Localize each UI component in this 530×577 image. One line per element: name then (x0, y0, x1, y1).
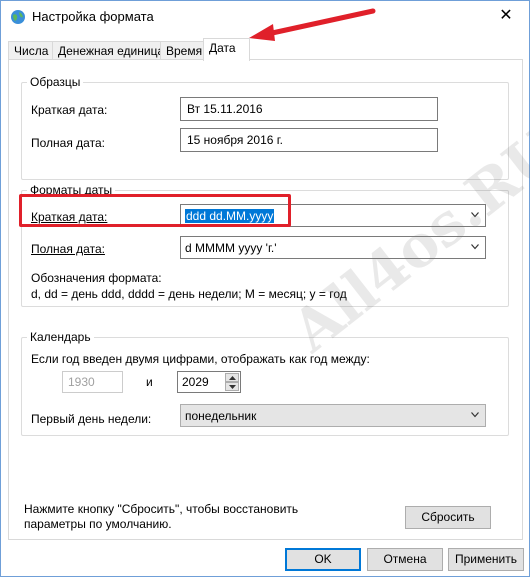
format-long-label-text: Полная дата: (31, 242, 105, 256)
apply-button[interactable]: Применить (448, 548, 524, 571)
spin-buttons (225, 373, 239, 391)
spin-down-button[interactable] (225, 382, 239, 391)
window-title: Настройка формата (32, 9, 154, 24)
first-day-combo[interactable]: понедельник (180, 404, 486, 427)
cancel-button[interactable]: Отмена (367, 548, 443, 571)
tab-currency[interactable]: Денежная единица (52, 41, 171, 60)
tab-date[interactable]: Дата (203, 38, 250, 61)
highlight-box (19, 194, 291, 227)
and-label: и (146, 375, 153, 389)
spin-up-button[interactable] (225, 373, 239, 382)
sample-long-field: 15 ноября 2016 г. (180, 128, 438, 152)
first-day-value[interactable]: понедельник (185, 409, 256, 423)
notation-title: Обозначения формата: (31, 271, 162, 285)
calendar-group: Календарь Если год введен двумя цифрами,… (21, 330, 509, 436)
samples-legend: Образцы (27, 75, 84, 89)
arrow-down-icon (229, 385, 236, 389)
format-settings-window: Настройка формата ✕ Числа Денежная едини… (0, 0, 530, 577)
sample-long-label: Полная дата: (31, 136, 105, 150)
reset-button[interactable]: Сбросить (405, 506, 491, 529)
format-long-label: Полная дата: (31, 242, 105, 256)
red-arrow-icon (249, 8, 376, 41)
year-to-value[interactable]: 2029 (182, 375, 209, 389)
close-button[interactable]: ✕ (483, 1, 529, 31)
date-tab-panel: Образцы Краткая дата: Вт 15.11.2016 Полн… (8, 59, 523, 540)
first-day-label: Первый день недели: (31, 412, 152, 426)
globe-icon (11, 10, 25, 24)
year-from-field: 1930 (62, 371, 123, 393)
arrow-up-icon (229, 376, 236, 380)
close-icon: ✕ (499, 7, 513, 24)
sample-short-field: Вт 15.11.2016 (180, 97, 438, 121)
tab-numbers[interactable]: Числа (8, 41, 55, 60)
tab-time[interactable]: Время (160, 41, 209, 60)
year-to-spinner[interactable]: 2029 (177, 371, 241, 393)
samples-group: Образцы Краткая дата: Вт 15.11.2016 Полн… (21, 75, 509, 180)
calendar-legend: Календарь (27, 330, 94, 344)
reset-hint: Нажмите кнопку "Сбросить", чтобы восстан… (24, 502, 299, 531)
chevron-down-icon (471, 412, 479, 418)
ok-button[interactable]: OK (285, 548, 361, 571)
sample-short-label: Краткая дата: (31, 103, 108, 117)
long-date-format-value[interactable]: d MMMM yyyy 'г.' (185, 241, 277, 255)
